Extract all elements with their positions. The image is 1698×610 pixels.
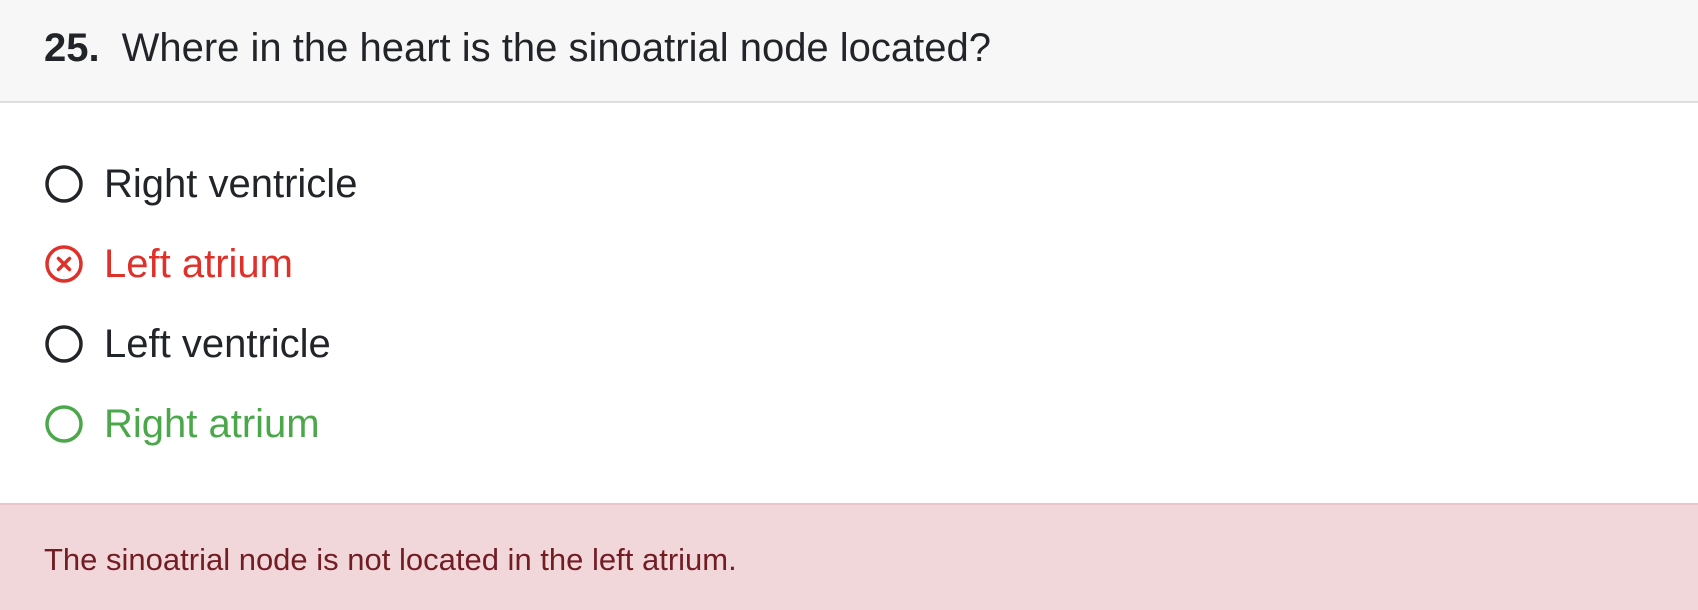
feedback-alert: The sinoatrial node is not located in th… [0,503,1698,610]
radio-correct-icon[interactable] [44,404,84,444]
option-label: Left ventricle [104,322,331,366]
option-right-atrium[interactable]: Right atrium [44,399,320,449]
option-left-atrium[interactable]: Left atrium [44,239,293,289]
option-label: Right atrium [104,402,320,446]
question-number: 25. [44,26,100,70]
answer-options: Right ventricle Left atrium Left ventric… [0,103,1698,503]
radio-empty-icon[interactable] [44,164,84,204]
quiz-question-card: 25. Where in the heart is the sinoatrial… [0,0,1698,610]
question-text: Where in the heart is the sinoatrial nod… [121,26,992,70]
option-left-ventricle[interactable]: Left ventricle [44,319,331,369]
feedback-text: The sinoatrial node is not located in th… [44,541,737,577]
option-label: Left atrium [104,242,293,286]
question-header: 25. Where in the heart is the sinoatrial… [0,0,1698,103]
radio-empty-icon[interactable] [44,324,84,364]
option-right-ventricle[interactable]: Right ventricle [44,159,357,209]
option-label: Right ventricle [104,162,358,206]
x-circle-icon[interactable] [44,244,84,284]
